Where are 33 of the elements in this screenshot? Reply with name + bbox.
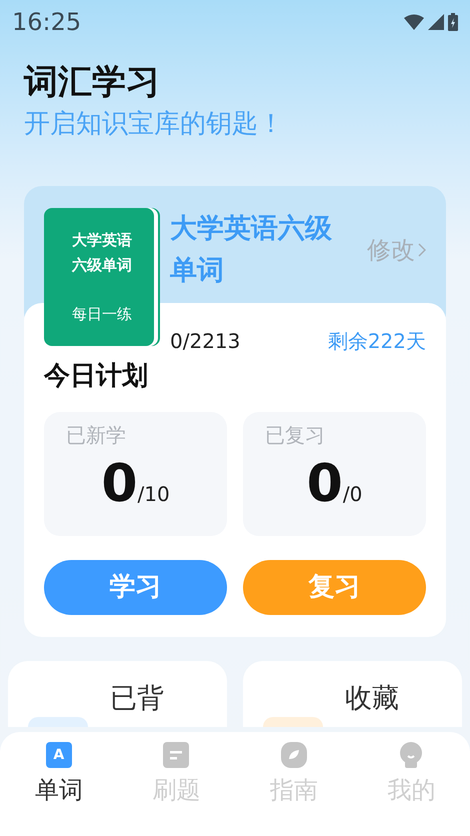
stat-total: /0 bbox=[342, 480, 362, 508]
book-title: 大学英语六级单词 bbox=[170, 212, 333, 288]
wifi-icon bbox=[404, 14, 424, 30]
cover-title-line: 大学英语 bbox=[71, 230, 133, 251]
leaf-icon bbox=[280, 742, 307, 768]
letter-icon: A bbox=[46, 742, 72, 768]
tab[interactable]: A 单词 bbox=[34, 742, 83, 836]
review-button[interactable]: 复习 bbox=[243, 560, 426, 615]
book-cover[interactable]: 大学英语 六级单词 每日一练 bbox=[44, 208, 154, 346]
document-icon bbox=[163, 742, 190, 768]
progress-count: 0/2213 bbox=[170, 328, 240, 353]
shortcut-card[interactable]: 收藏 bbox=[243, 660, 462, 727]
shortcut-card[interactable]: 已背 bbox=[8, 660, 227, 727]
page-title: 词汇学习 bbox=[24, 62, 161, 103]
plan-title: 今日计划 bbox=[44, 360, 149, 393]
stat-label: 已复习 bbox=[265, 422, 326, 449]
status-time: 16:25 bbox=[12, 7, 82, 38]
stat-value: 0 bbox=[101, 458, 138, 510]
battery-icon bbox=[448, 13, 458, 31]
cover-title-line: 六级单词 bbox=[70, 255, 133, 276]
edit-link[interactable]: 修改 bbox=[367, 232, 426, 268]
person-icon bbox=[398, 742, 424, 768]
cover-footer: 每日一练 bbox=[58, 302, 146, 326]
shortcut-label: 收藏 bbox=[345, 682, 399, 716]
study-button[interactable]: 学习 bbox=[44, 560, 227, 615]
stat-label: 已新学 bbox=[66, 422, 127, 449]
signal-icon bbox=[428, 14, 444, 30]
stat-value: 0 bbox=[306, 458, 343, 510]
days-remaining: 剩余222天 bbox=[328, 328, 426, 353]
chevron-right-icon bbox=[418, 242, 426, 257]
page-subtitle: 开启知识宝库的钥匙！ bbox=[24, 108, 285, 140]
stat-total: /10 bbox=[138, 480, 170, 508]
shortcut-label: 已背 bbox=[110, 682, 164, 716]
